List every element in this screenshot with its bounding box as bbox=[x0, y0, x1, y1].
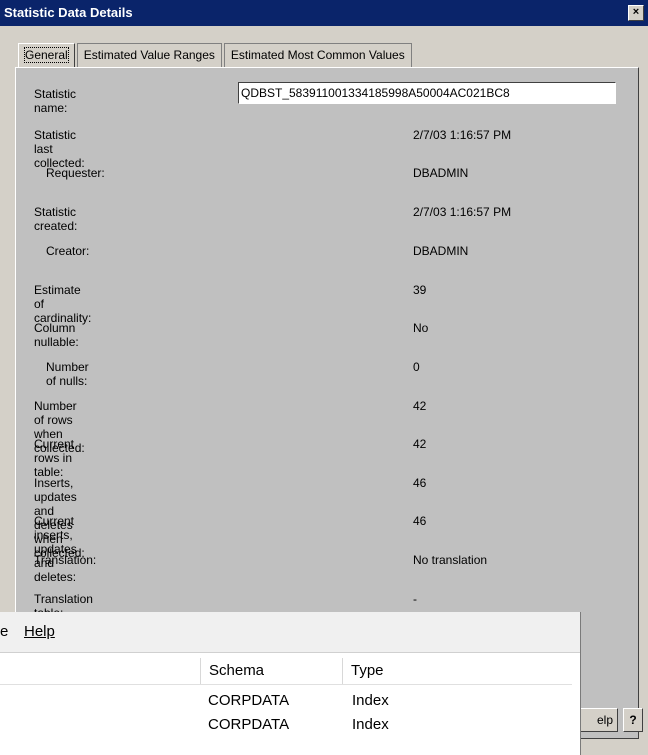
type-cell: Index bbox=[352, 692, 389, 709]
column-header-type[interactable]: Type bbox=[342, 658, 572, 684]
field-value: 42 bbox=[413, 399, 427, 413]
menu-help-label: Help bbox=[24, 623, 55, 640]
field-label: Requester: bbox=[46, 166, 105, 180]
field-value: 46 bbox=[413, 476, 427, 490]
tab-estimated-most-common-values[interactable]: Estimated Most Common Values bbox=[223, 43, 412, 67]
column-header-schema[interactable]: Schema bbox=[200, 658, 342, 684]
field-label: Statistic last collected: bbox=[34, 128, 85, 170]
statistic-name-field[interactable]: QDBST_583911001334185998A50004AC021BC8 bbox=[238, 82, 616, 104]
field-value: No bbox=[413, 321, 429, 335]
field-value: 42 bbox=[413, 437, 427, 451]
field-value: No translation bbox=[413, 553, 488, 567]
type-cell: Index bbox=[352, 716, 389, 733]
tab-estimated-value-ranges[interactable]: Estimated Value Ranges bbox=[76, 43, 222, 67]
field-label: Number of nulls: bbox=[46, 360, 89, 388]
field-value: 2/7/03 1:16:57 PM bbox=[413, 128, 512, 142]
close-button[interactable]: × bbox=[628, 5, 644, 21]
schema-cell: CORPDATA bbox=[208, 692, 290, 709]
field-value: DBADMIN bbox=[413, 166, 469, 180]
background-window: e Help Schema Type CORPDATA Index CORPDA… bbox=[0, 612, 581, 755]
field-value: 46 bbox=[413, 514, 427, 528]
field-label: Current inserts, updates and deletes: bbox=[34, 514, 77, 584]
field-value: 39 bbox=[413, 283, 427, 297]
help-button[interactable]: elp bbox=[580, 708, 618, 732]
field-label: Creator: bbox=[46, 244, 90, 258]
list-header: Schema Type bbox=[0, 658, 572, 685]
schema-cell: CORPDATA bbox=[208, 716, 290, 733]
tab-general[interactable]: General bbox=[18, 43, 75, 67]
menu-help[interactable]: Help bbox=[24, 623, 55, 640]
field-label: Translation: bbox=[34, 553, 97, 567]
statistic-name-label: Statistic name: bbox=[34, 87, 77, 115]
field-value: 0 bbox=[413, 360, 420, 374]
menu-item-partial[interactable]: e bbox=[0, 623, 8, 640]
table-row[interactable]: CORPDATA Index bbox=[0, 689, 572, 713]
tab-strip: General Estimated Value Ranges Estimated… bbox=[18, 43, 414, 67]
menu-bar: e Help bbox=[0, 612, 580, 653]
field-label: Estimate of cardinality: bbox=[34, 283, 92, 325]
field-value: 2/7/03 1:16:57 PM bbox=[413, 205, 512, 219]
field-value: DBADMIN bbox=[413, 244, 469, 258]
field-label: Column nullable: bbox=[34, 321, 79, 349]
dialog-title: Statistic Data Details bbox=[4, 5, 133, 20]
context-help-button[interactable]: ? bbox=[623, 708, 643, 732]
field-value: - bbox=[413, 592, 417, 606]
field-label: Current rows in table: bbox=[34, 437, 75, 479]
title-bar[interactable]: Statistic Data Details × bbox=[0, 0, 648, 26]
field-label: Statistic created: bbox=[34, 205, 78, 233]
table-row[interactable]: CORPDATA Index bbox=[0, 713, 572, 737]
column-header-name[interactable] bbox=[0, 658, 200, 684]
